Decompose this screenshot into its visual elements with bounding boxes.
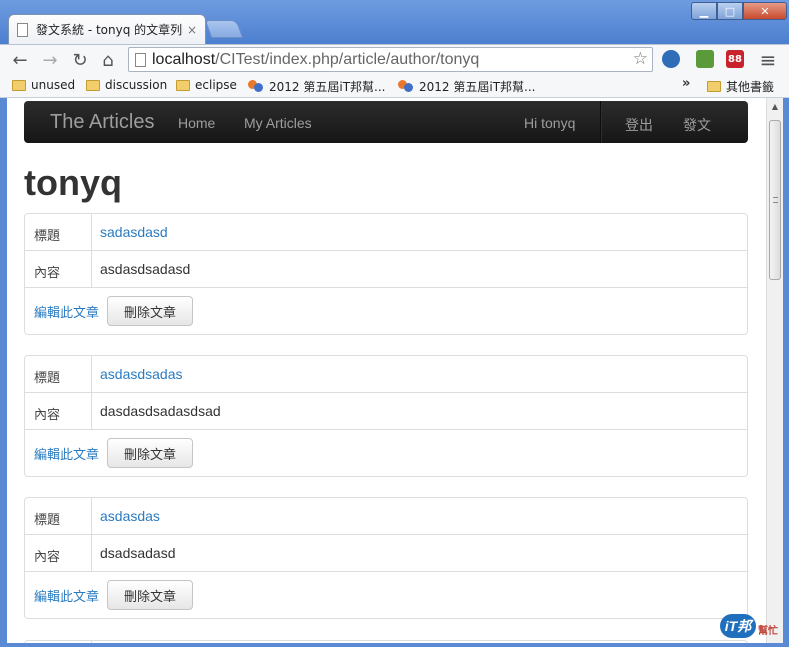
article-title-link[interactable]: asdasdas [100,508,160,524]
ithelp-watermark: iT邦 幫忙 [720,610,782,640]
watermark-badge: iT邦 [720,614,756,638]
url-path: /CITest/index.php/article/author/tonyq [215,50,480,68]
site-navbar: The Articles Home My Articles Hi tonyq 登… [24,101,748,143]
content-label: 內容 [34,550,61,565]
tab-close-icon[interactable]: × [187,23,197,37]
nav-logout[interactable]: 登出 [625,115,653,135]
bookmark-label: 其他書籤 [726,80,775,94]
back-icon[interactable]: ← [8,48,32,72]
article-title-row: 標題 sadasdasd [25,214,747,251]
folder-icon [12,79,26,91]
page-icon [135,52,146,67]
scroll-up-icon[interactable]: ▲ [767,98,783,114]
bookmark-label: unused [31,78,76,92]
article-content-row: 內容 asdasdsadasd [25,251,747,288]
nav-my-articles[interactable]: My Articles [244,115,312,131]
scrollbar-thumb[interactable] [769,120,781,280]
bookmark-label: 2012 第五屆iT邦幫... [269,80,386,94]
article-card: 標題 asdasdsadas 內容 dasdasdsadasdsad 編輯此文章… [24,355,748,477]
menu-icon[interactable]: ≡ [756,48,780,72]
bookmark-discussion[interactable]: discussion [86,78,167,92]
window-titlebar: 發文系統 - tonyq 的文章列表 × ▁ □ ✕ [0,0,789,44]
article-content: asdasdsadasd [100,261,191,277]
edit-article-link[interactable]: 編輯此文章 [34,586,99,605]
forward-icon[interactable]: → [38,48,62,72]
scroll-grip-icon [773,197,778,203]
article-card: 標題 asdasdas 內容 dsadsadasd 編輯此文章 刪除文章 [24,497,748,619]
window-frame-right [783,98,789,647]
bookmark-eclipse[interactable]: eclipse [176,78,237,92]
article-title-link[interactable]: sadasdasd [100,224,168,240]
nav-divider [600,101,601,143]
tab-title: 發文系統 - tonyq 的文章列表 [36,23,183,37]
bookmark-label: 2012 第五屆iT邦幫... [419,80,536,94]
new-tab-button[interactable] [204,20,244,38]
bookmark-ithome-2[interactable]: 2012 第五屆iT邦幫... [398,78,535,95]
delete-article-button[interactable]: 刪除文章 [107,438,193,468]
minimize-button[interactable]: ▁ [691,2,717,20]
bookmarks-overflow-icon[interactable]: » [682,76,690,91]
article-content-row: 內容 dsadsadasd [25,535,747,572]
edit-article-link[interactable]: 編輯此文章 [34,444,99,463]
title-label: 標題 [34,229,61,244]
folder-icon [86,79,100,91]
bookmark-ithome-1[interactable]: 2012 第五屆iT邦幫... [248,78,385,95]
nav-home[interactable]: Home [178,115,215,131]
ithome-icon [398,80,414,93]
reload-icon[interactable]: ↻ [68,48,92,72]
article-content: dasdasdsadasdsad [100,403,221,419]
edit-article-link[interactable]: 編輯此文章 [34,302,99,321]
bookmarks-bar: unused discussion eclipse 2012 第五屆iT邦幫..… [0,74,789,98]
page-icon [17,22,28,37]
page-viewport: The Articles Home My Articles Hi tonyq 登… [7,98,766,643]
article-title-link[interactable]: asdasdsadas [100,366,183,382]
browser-tab[interactable]: 發文系統 - tonyq 的文章列表 × [8,14,206,44]
delete-article-button[interactable]: 刪除文章 [107,580,193,610]
bookmark-star-icon[interactable]: ☆ [633,49,648,69]
ithome-icon [248,80,264,93]
folder-icon [707,81,721,92]
browser-toolbar: ← → ↻ ⌂ localhost/CITest/index.php/artic… [0,44,789,74]
url-host: localhost [152,50,216,68]
nav-post[interactable]: 發文 [683,115,711,135]
home-icon[interactable]: ⌂ [96,48,120,72]
article-title-row: 標題 asdasdsadas [25,356,747,393]
mail-extension-icon[interactable]: 88 [726,50,744,68]
close-window-button[interactable]: ✕ [743,2,787,20]
content-label: 內容 [34,408,61,423]
delete-article-button[interactable]: 刪除文章 [107,296,193,326]
article-title-row: 標題 asdasdas [25,498,747,535]
maximize-button[interactable]: □ [717,2,743,20]
article-card: 標題 sadasdasd 內容 asdasdsadasd 編輯此文章 刪除文章 [24,213,748,335]
content-label: 內容 [34,266,61,281]
bookmark-label: eclipse [195,78,237,92]
brand-link[interactable]: The Articles [50,111,154,134]
address-bar[interactable]: localhost/CITest/index.php/article/autho… [128,47,653,72]
globe-extension-icon[interactable] [662,50,680,68]
bookmark-other[interactable]: 其他書籤 [707,78,774,95]
page-title: tonyq [24,162,122,203]
folder-icon [176,79,190,91]
evernote-extension-icon[interactable] [696,50,714,68]
article-content: dsadsadasd [100,545,176,561]
nav-greeting[interactable]: Hi tonyq [524,115,575,131]
bookmark-unused[interactable]: unused [12,78,75,92]
article-content-row: 內容 dasdasdsadasdsad [25,393,747,430]
window-controls: ▁ □ ✕ [691,2,787,20]
title-label: 標題 [34,513,61,528]
window-frame-bottom [0,643,789,647]
bookmark-label: discussion [105,78,168,92]
watermark-text: 幫忙 [758,626,778,637]
vertical-scrollbar[interactable]: ▲ [766,98,783,643]
title-label: 標題 [34,371,61,386]
